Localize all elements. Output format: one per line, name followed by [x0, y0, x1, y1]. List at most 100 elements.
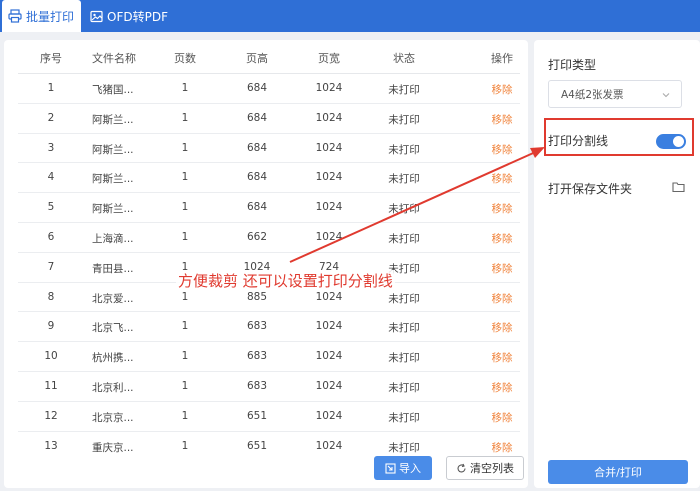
remove-link[interactable]: 移除: [474, 320, 528, 335]
row-page-width: 1024: [315, 82, 343, 94]
row-page-width: 1024: [315, 201, 343, 214]
import-icon: [385, 462, 396, 474]
settings-panel: 打印类型 A4纸2张发票 打印分割线 打开保存文件夹 合并/打印: [534, 40, 700, 488]
table-row[interactable]: 5 阿斯兰... 1 684 1024 未打印 移除: [18, 193, 520, 223]
header-index: 序号: [40, 52, 62, 65]
row-page-height: 662: [246, 231, 268, 243]
print-type-value: A4纸2张发票: [561, 88, 624, 101]
table-row[interactable]: 13 重庆京... 1 651 1024 未打印 移除: [18, 432, 520, 454]
row-page-height: 683: [246, 350, 268, 363]
remove-link[interactable]: 移除: [474, 142, 528, 157]
row-status: 未打印: [388, 322, 420, 335]
remove-link[interactable]: 移除: [474, 291, 528, 306]
tab-ofd-to-pdf[interactable]: OFD转PDF: [88, 0, 188, 32]
row-file-name: 上海滴...: [92, 233, 134, 245]
row-file-name: 重庆京...: [92, 441, 134, 454]
header-file-name: 文件名称: [92, 52, 136, 65]
row-page-height: 683: [246, 380, 268, 392]
table-row[interactable]: 4 阿斯兰... 1 684 1024 未打印 移除: [18, 163, 520, 194]
table-row[interactable]: 3 阿斯兰... 1 684 1024 未打印 移除: [18, 134, 520, 164]
row-index: 2: [47, 111, 55, 124]
row-page-height: 684: [246, 201, 268, 214]
remove-link[interactable]: 移除: [474, 261, 528, 276]
row-file-name: 阿斯兰...: [92, 143, 134, 156]
row-index: 8: [47, 290, 55, 303]
open-folder-label: 打开保存文件夹: [548, 182, 633, 196]
open-folder-setting[interactable]: 打开保存文件夹: [548, 178, 685, 200]
header-status: 状态: [393, 52, 415, 65]
row-page-height: 885: [246, 290, 268, 303]
remove-link[interactable]: 移除: [474, 231, 528, 246]
row-index: 4: [47, 171, 55, 184]
row-file-name: 北京爱...: [92, 292, 134, 305]
header-pages: 页数: [174, 52, 196, 65]
print-type-select[interactable]: A4纸2张发票: [548, 80, 682, 108]
row-index: 3: [47, 141, 55, 154]
row-status: 未打印: [388, 382, 420, 394]
remove-link[interactable]: 移除: [474, 440, 528, 454]
merge-print-button[interactable]: 合并/打印: [548, 460, 688, 484]
image-icon: [90, 10, 103, 22]
row-page-height: 683: [246, 320, 268, 333]
row-status: 未打印: [388, 441, 420, 454]
remove-link[interactable]: 移除: [474, 350, 528, 365]
row-page-width: 1024: [315, 290, 343, 303]
row-page-width: 1024: [315, 320, 343, 333]
row-file-name: 阿斯兰...: [92, 203, 134, 216]
top-tab-bar: 批量打印 OFD转PDF: [0, 0, 700, 32]
row-page-width: 1024: [315, 171, 343, 184]
tab-label: OFD转PDF: [107, 9, 168, 24]
import-label: 导入: [399, 462, 421, 475]
row-pages: 1: [181, 201, 189, 214]
tab-batch-print[interactable]: 批量打印: [2, 0, 81, 32]
row-pages: 1: [181, 231, 189, 243]
row-pages: 1: [181, 439, 189, 452]
remove-link[interactable]: 移除: [474, 201, 528, 216]
table-row[interactable]: 11 北京利... 1 683 1024 未打印 移除: [18, 372, 520, 402]
row-status: 未打印: [388, 84, 420, 96]
row-file-name: 北京京...: [92, 411, 134, 424]
import-button[interactable]: 导入: [374, 456, 432, 480]
row-page-width: 1024: [315, 380, 343, 392]
row-page-width: 1024: [315, 231, 343, 243]
print-type-title: 打印类型: [548, 58, 597, 72]
remove-link[interactable]: 移除: [474, 380, 528, 395]
file-list-panel: 序号 文件名称 页数 页高 页宽 状态 操作 1 飞猪国... 1 684 1024 未打…: [4, 40, 528, 488]
row-pages: 1: [181, 82, 189, 94]
row-status: 未打印: [388, 143, 420, 156]
remove-link[interactable]: 移除: [474, 82, 528, 97]
annotation-text: 方便裁剪 还可以设置打印分割线: [176, 270, 395, 291]
table-row[interactable]: 1 飞猪国... 1 684 1024 未打印 移除: [18, 74, 520, 104]
row-index: 1: [47, 82, 55, 94]
clear-list-button[interactable]: 清空列表: [446, 456, 524, 480]
table-row[interactable]: 6 上海滴... 1 662 1024 未打印 移除: [18, 223, 520, 253]
row-pages: 1: [181, 111, 189, 124]
table-row[interactable]: 2 阿斯兰... 1 684 1024 未打印 移除: [18, 104, 520, 134]
row-status: 未打印: [388, 411, 420, 424]
row-status: 未打印: [388, 113, 420, 126]
table-header: 序号 文件名称 页数 页高 页宽 状态 操作: [4, 40, 528, 74]
row-pages: 1: [181, 290, 189, 303]
row-file-name: 阿斯兰...: [92, 113, 134, 126]
table-row[interactable]: 12 北京京... 1 651 1024 未打印 移除: [18, 402, 520, 432]
merge-print-label: 合并/打印: [594, 466, 642, 479]
row-index: 9: [47, 320, 55, 333]
row-page-width: 1024: [315, 111, 343, 124]
folder-icon[interactable]: [672, 181, 685, 193]
row-page-height: 684: [246, 171, 268, 184]
row-pages: 1: [181, 409, 189, 422]
table-row[interactable]: 10 杭州携... 1 683 1024 未打印 移除: [18, 342, 520, 372]
table-row[interactable]: 9 北京飞... 1 683 1024 未打印 移除: [18, 312, 520, 343]
chevron-down-icon: [662, 93, 670, 98]
remove-link[interactable]: 移除: [474, 171, 528, 186]
table-body[interactable]: 1 飞猪国... 1 684 1024 未打印 移除 2 阿斯兰... 1 684 1024 未打印 移除…: [4, 74, 528, 454]
remove-link[interactable]: 移除: [474, 410, 528, 425]
row-status: 未打印: [388, 203, 420, 216]
row-page-width: 1024: [315, 439, 343, 452]
row-page-height: 651: [246, 439, 268, 452]
row-file-name: 阿斯兰...: [92, 173, 134, 186]
row-index: 11: [44, 380, 58, 392]
remove-link[interactable]: 移除: [474, 112, 528, 127]
row-index: 13: [44, 439, 58, 452]
row-page-width: 1024: [315, 350, 343, 363]
